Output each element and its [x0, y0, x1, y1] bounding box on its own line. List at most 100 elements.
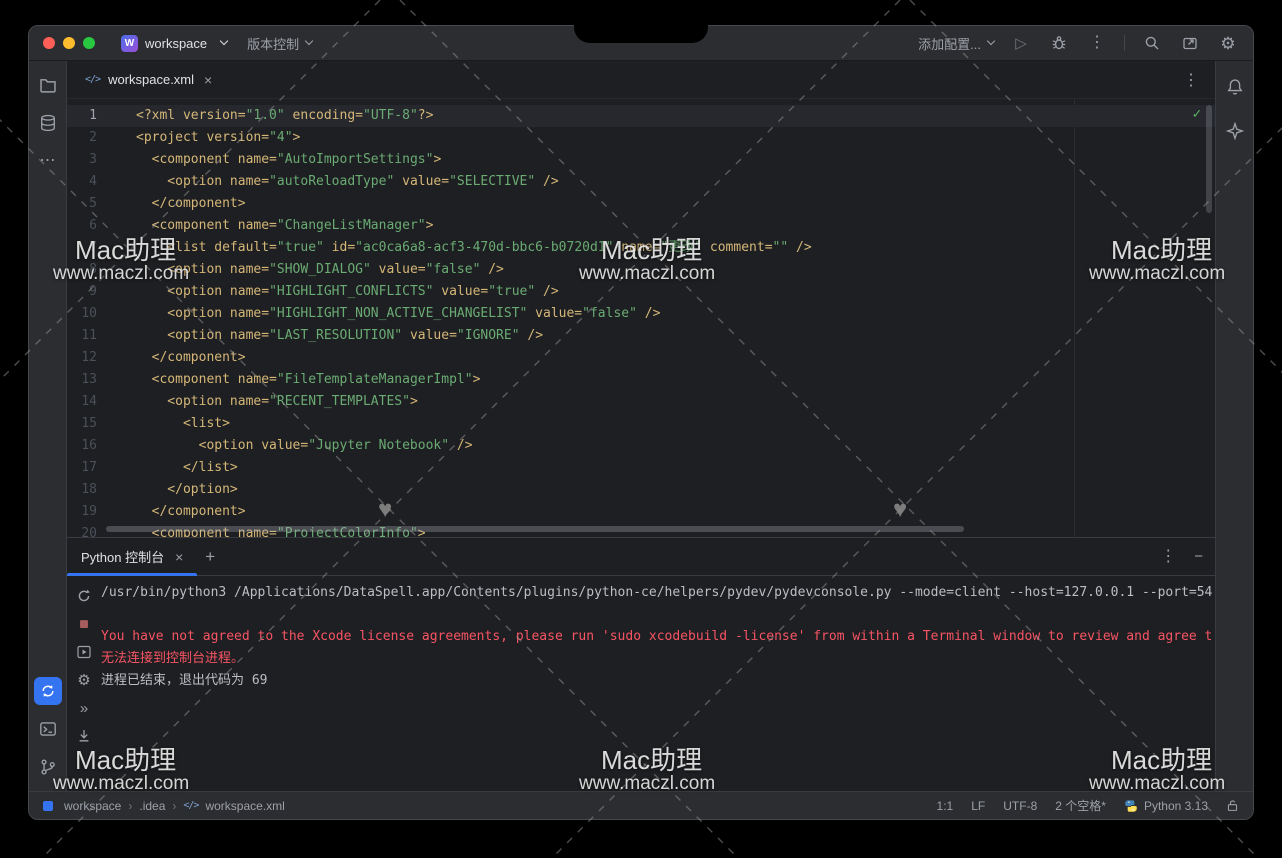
line-number: 13 [67, 369, 111, 391]
code-line[interactable]: 7 <list default="true" id="ac0ca6a8-acf3… [67, 237, 1215, 259]
code-line[interactable]: 11 <option name="LAST_RESOLUTION" value=… [67, 325, 1215, 347]
code-line[interactable]: 15 <list> [67, 413, 1215, 435]
line-number: 11 [67, 325, 111, 347]
editor-tab-options-icon[interactable]: ⋮ [1183, 70, 1207, 90]
code-line[interactable]: 6 <component name="ChangeListManager"> [67, 215, 1215, 237]
code-line[interactable]: 5 </component> [67, 193, 1215, 215]
inspection-ok-icon[interactable]: ✓ [1193, 103, 1201, 125]
project-widget[interactable]: W workspace [121, 35, 227, 52]
settings-gear-icon[interactable]: ⚙ [1217, 32, 1239, 54]
fast-forward-icon[interactable]: » [74, 698, 94, 718]
code-line[interactable]: 17 </list> [67, 457, 1215, 479]
editor-console-column: </> workspace.xml × ⋮ 1<?xml version="1.… [67, 61, 1215, 791]
editor-tab-bar: </> workspace.xml × ⋮ [67, 61, 1215, 99]
line-number: 4 [67, 171, 111, 193]
git-branch-icon[interactable] [34, 753, 62, 781]
line-separator-indicator[interactable]: LF [971, 799, 985, 813]
console-output[interactable]: /usr/bin/python3 /Applications/DataSpell… [101, 576, 1215, 791]
code-line[interactable]: 12 </component> [67, 347, 1215, 369]
code-line[interactable]: 9 <option name="HIGHLIGHT_CONFLICTS" val… [67, 281, 1215, 303]
line-number: 19 [67, 501, 111, 523]
terminal-icon[interactable] [34, 715, 62, 743]
code-text: <option name="HIGHLIGHT_NON_ACTIVE_CHANG… [111, 303, 660, 325]
new-console-button[interactable]: + [205, 547, 215, 567]
code-line[interactable]: 13 <component name="FileTemplateManagerI… [67, 369, 1215, 391]
encoding-indicator[interactable]: UTF-8 [1003, 799, 1037, 813]
code-line[interactable]: 1<?xml version="1.0" encoding="UTF-8"?> [67, 105, 1215, 127]
line-number: 2 [67, 127, 111, 149]
code-line[interactable]: 2<project version="4"> [67, 127, 1215, 149]
close-console-tab-icon[interactable]: × [175, 549, 183, 565]
open-in-new-window-icon[interactable] [1179, 32, 1201, 54]
console-tab-bar: Python 控制台 × + ⋮ − [67, 538, 1215, 576]
breadcrumb-item[interactable]: workspace [64, 799, 121, 813]
vcs-widget[interactable]: 版本控制 [247, 34, 312, 53]
notifications-bell-icon[interactable] [1221, 73, 1249, 101]
titlebar-separator [1124, 35, 1125, 51]
ai-assistant-icon[interactable] [1221, 117, 1249, 145]
breadcrumb-item[interactable]: workspace.xml [205, 799, 284, 813]
code-line[interactable]: 3 <component name="AutoImportSettings"> [67, 149, 1215, 171]
line-number: 8 [67, 259, 111, 281]
console-line: 无法连接到控制台进程。 [101, 648, 1215, 670]
run-button[interactable]: ▷ [1010, 32, 1032, 54]
close-tab-icon[interactable]: × [204, 72, 212, 88]
minimize-panel-icon[interactable]: − [1194, 549, 1203, 564]
code-text: <list> [111, 413, 230, 435]
code-editor[interactable]: 1<?xml version="1.0" encoding="UTF-8"?>2… [67, 99, 1215, 537]
breadcrumbs: workspace›.idea›</>workspace.xml [43, 799, 285, 813]
execute-icon[interactable] [74, 642, 94, 662]
editor-horizontal-scrollbar[interactable] [106, 526, 964, 532]
code-text: <option value="Jupyter Notebook" /> [111, 435, 473, 457]
project-folder-icon[interactable] [34, 71, 62, 99]
scroll-to-end-icon[interactable] [74, 726, 94, 746]
more-tool-windows-icon[interactable]: ⋯ [34, 147, 62, 175]
indent-indicator[interactable]: 2 个空格* [1055, 797, 1106, 814]
code-text: <option name="SHOW_DIALOG" value="false"… [111, 259, 504, 281]
python-console-panel: Python 控制台 × + ⋮ − [67, 537, 1215, 791]
code-line[interactable]: 10 <option name="HIGHLIGHT_NON_ACTIVE_CH… [67, 303, 1215, 325]
line-number: 5 [67, 193, 111, 215]
stop-icon[interactable] [74, 614, 94, 634]
code-text: <component name="AutoImportSettings"> [111, 149, 441, 171]
minimize-window-button[interactable] [63, 37, 75, 49]
vcs-label: 版本控制 [247, 34, 299, 53]
search-everywhere-icon[interactable] [1141, 32, 1163, 54]
rerun-icon[interactable] [74, 586, 94, 606]
interpreter-label: Python 3.13 [1144, 799, 1208, 813]
console-line: You have not agreed to the Xcode license… [101, 626, 1215, 648]
code-text: </component> [111, 193, 246, 215]
code-line[interactable]: 4 <option name="autoReloadType" value="S… [67, 171, 1215, 193]
line-number: 9 [67, 281, 111, 303]
more-actions-icon[interactable]: ⋮ [1086, 32, 1108, 54]
code-line[interactable]: 16 <option value="Jupyter Notebook" /> [67, 435, 1215, 457]
console-options-icon[interactable]: ⋮ [1160, 549, 1176, 565]
fullscreen-window-button[interactable] [83, 37, 95, 49]
unlocked-icon[interactable] [1226, 799, 1239, 812]
code-line[interactable]: 14 <option name="RECENT_TEMPLATES"> [67, 391, 1215, 413]
interpreter-widget[interactable]: Python 3.13 [1124, 799, 1208, 813]
run-configuration-selector[interactable]: 添加配置... [918, 34, 994, 53]
python-console-toolwindow-icon[interactable] [34, 677, 62, 705]
close-window-button[interactable] [43, 37, 55, 49]
editor-tab-workspace-xml[interactable]: </> workspace.xml × [75, 61, 222, 98]
debug-icon[interactable] [1048, 32, 1070, 54]
python-logo-icon [1124, 799, 1138, 813]
console-tab-python[interactable]: Python 控制台 × [67, 538, 197, 575]
code-line[interactable]: 19 </component> [67, 501, 1215, 523]
caret-position[interactable]: 1:1 [937, 799, 954, 813]
breadcrumb-separator: › [128, 799, 132, 813]
macbook-notch [574, 0, 708, 43]
database-icon[interactable] [34, 109, 62, 137]
project-status-icon [43, 801, 53, 811]
breadcrumb-item[interactable]: .idea [139, 799, 165, 813]
code-line[interactable]: 18 </option> [67, 479, 1215, 501]
code-line[interactable]: 8 <option name="SHOW_DIALOG" value="fals… [67, 259, 1215, 281]
code-lines: 1<?xml version="1.0" encoding="UTF-8"?>2… [67, 99, 1215, 537]
code-text: </list> [111, 457, 238, 479]
console-settings-icon[interactable]: ⚙ [74, 670, 94, 690]
code-text: <option name="HIGHLIGHT_CONFLICTS" value… [111, 281, 559, 303]
console-line: /usr/bin/python3 /Applications/DataSpell… [101, 582, 1215, 604]
editor-vertical-scrollbar[interactable] [1206, 105, 1212, 213]
console-body: ⚙ » /usr/bin/python3 /Applicati [67, 576, 1215, 791]
